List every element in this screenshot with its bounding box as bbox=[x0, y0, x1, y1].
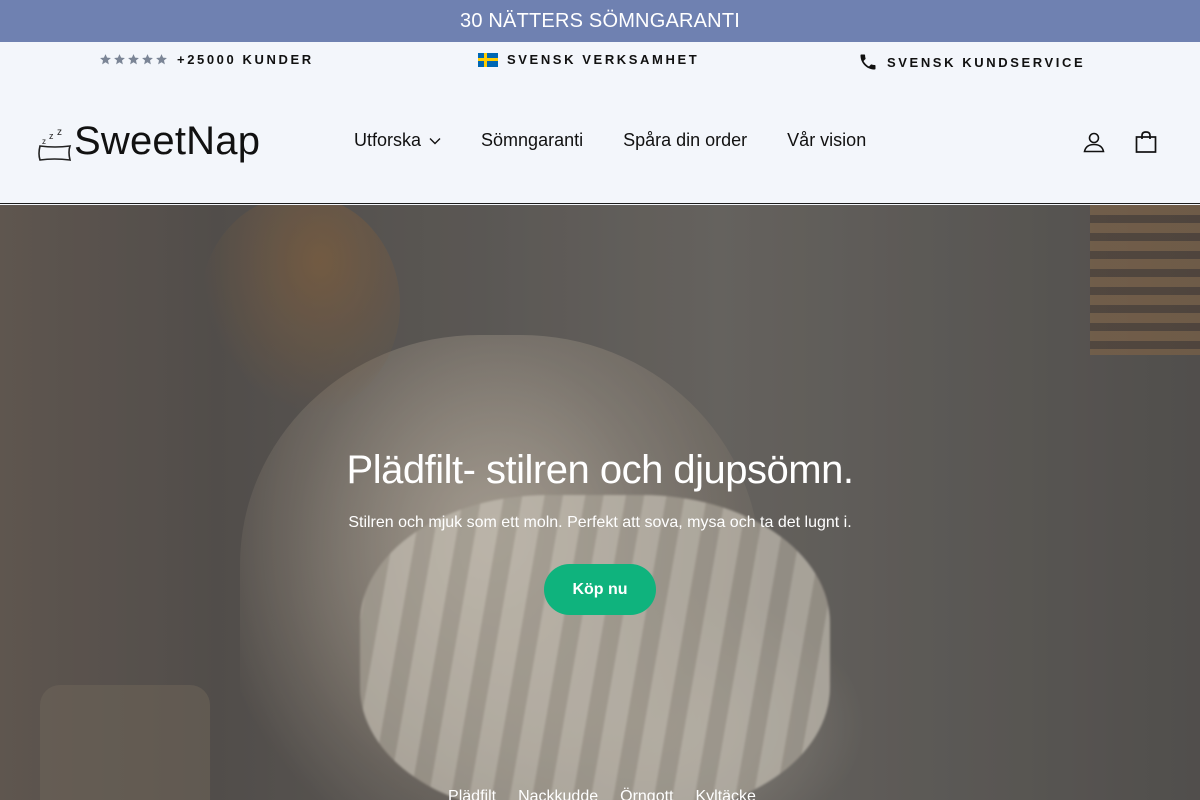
nav-item-var-vision[interactable]: Vår vision bbox=[787, 130, 866, 151]
header-icons bbox=[1082, 130, 1158, 154]
hero-content: Plädfilt- stilren och djupsömn. Stilren … bbox=[0, 205, 1200, 800]
svg-text:z: z bbox=[57, 128, 62, 138]
sleeping-pillow-zzz-icon: z z z bbox=[38, 128, 72, 161]
announcement-text: 30 NÄTTERS SÖMNGARANTI bbox=[460, 9, 740, 32]
chevron-down-icon bbox=[429, 137, 441, 144]
cart-icon[interactable] bbox=[1134, 130, 1158, 154]
five-stars-icon bbox=[99, 53, 168, 66]
hero-category-links: Plädfilt Nackkudde Örngott Kyltäcke bbox=[0, 788, 1200, 800]
nav-item-somngaranti[interactable]: Sömngaranti bbox=[481, 130, 583, 151]
swedish-flag-icon bbox=[478, 52, 498, 67]
trust-item-customers: +25000 KUNDER bbox=[99, 52, 314, 67]
logo-text: SweetNap bbox=[74, 119, 261, 163]
trust-item-swedish-business: SVENSK VERKSAMHET bbox=[478, 52, 699, 67]
hero-title: Plädfilt- stilren och djupsömn. bbox=[346, 448, 854, 492]
category-link-pladfilt[interactable]: Plädfilt bbox=[448, 788, 496, 800]
logo[interactable]: z z z SweetNap bbox=[38, 118, 260, 164]
category-link-kyltacke[interactable]: Kyltäcke bbox=[695, 788, 755, 800]
site-header: z z z SweetNap Utforska Sömngaranti Spår… bbox=[0, 82, 1200, 204]
category-link-orngott[interactable]: Örngott bbox=[620, 788, 673, 800]
nav-label: Sömngaranti bbox=[481, 130, 584, 150]
buy-now-button[interactable]: Köp nu bbox=[544, 564, 656, 615]
trust-label: SVENSK VERKSAMHET bbox=[507, 52, 700, 67]
nav-label: Vår vision bbox=[787, 130, 867, 150]
nav-label: Spåra din order bbox=[623, 130, 748, 150]
announcement-bar: 30 NÄTTERS SÖMNGARANTI bbox=[0, 0, 1200, 42]
nav-item-utforska[interactable]: Utforska bbox=[354, 130, 441, 151]
hero-banner: Plädfilt- stilren och djupsömn. Stilren … bbox=[0, 205, 1200, 800]
svg-text:z: z bbox=[42, 137, 46, 146]
hero-subtitle: Stilren och mjuk som ett moln. Perfekt a… bbox=[348, 514, 852, 531]
nav-item-track-order[interactable]: Spåra din order bbox=[623, 130, 747, 151]
main-nav: Utforska Sömngaranti Spåra din order Vår… bbox=[354, 130, 866, 151]
trust-label: SVENSK KUNDSERVICE bbox=[887, 54, 1086, 70]
account-icon[interactable] bbox=[1082, 130, 1106, 154]
svg-text:z: z bbox=[49, 131, 54, 141]
trust-item-customer-service: SVENSK KUNDSERVICE bbox=[858, 52, 1085, 72]
category-link-nackkudde[interactable]: Nackkudde bbox=[518, 788, 598, 800]
nav-label: Utforska bbox=[354, 130, 422, 150]
phone-icon bbox=[860, 54, 876, 70]
trust-bar: +25000 KUNDER SVENSK VERKSAMHET SVENSK K… bbox=[0, 42, 1200, 82]
trust-label: +25000 KUNDER bbox=[177, 52, 314, 67]
